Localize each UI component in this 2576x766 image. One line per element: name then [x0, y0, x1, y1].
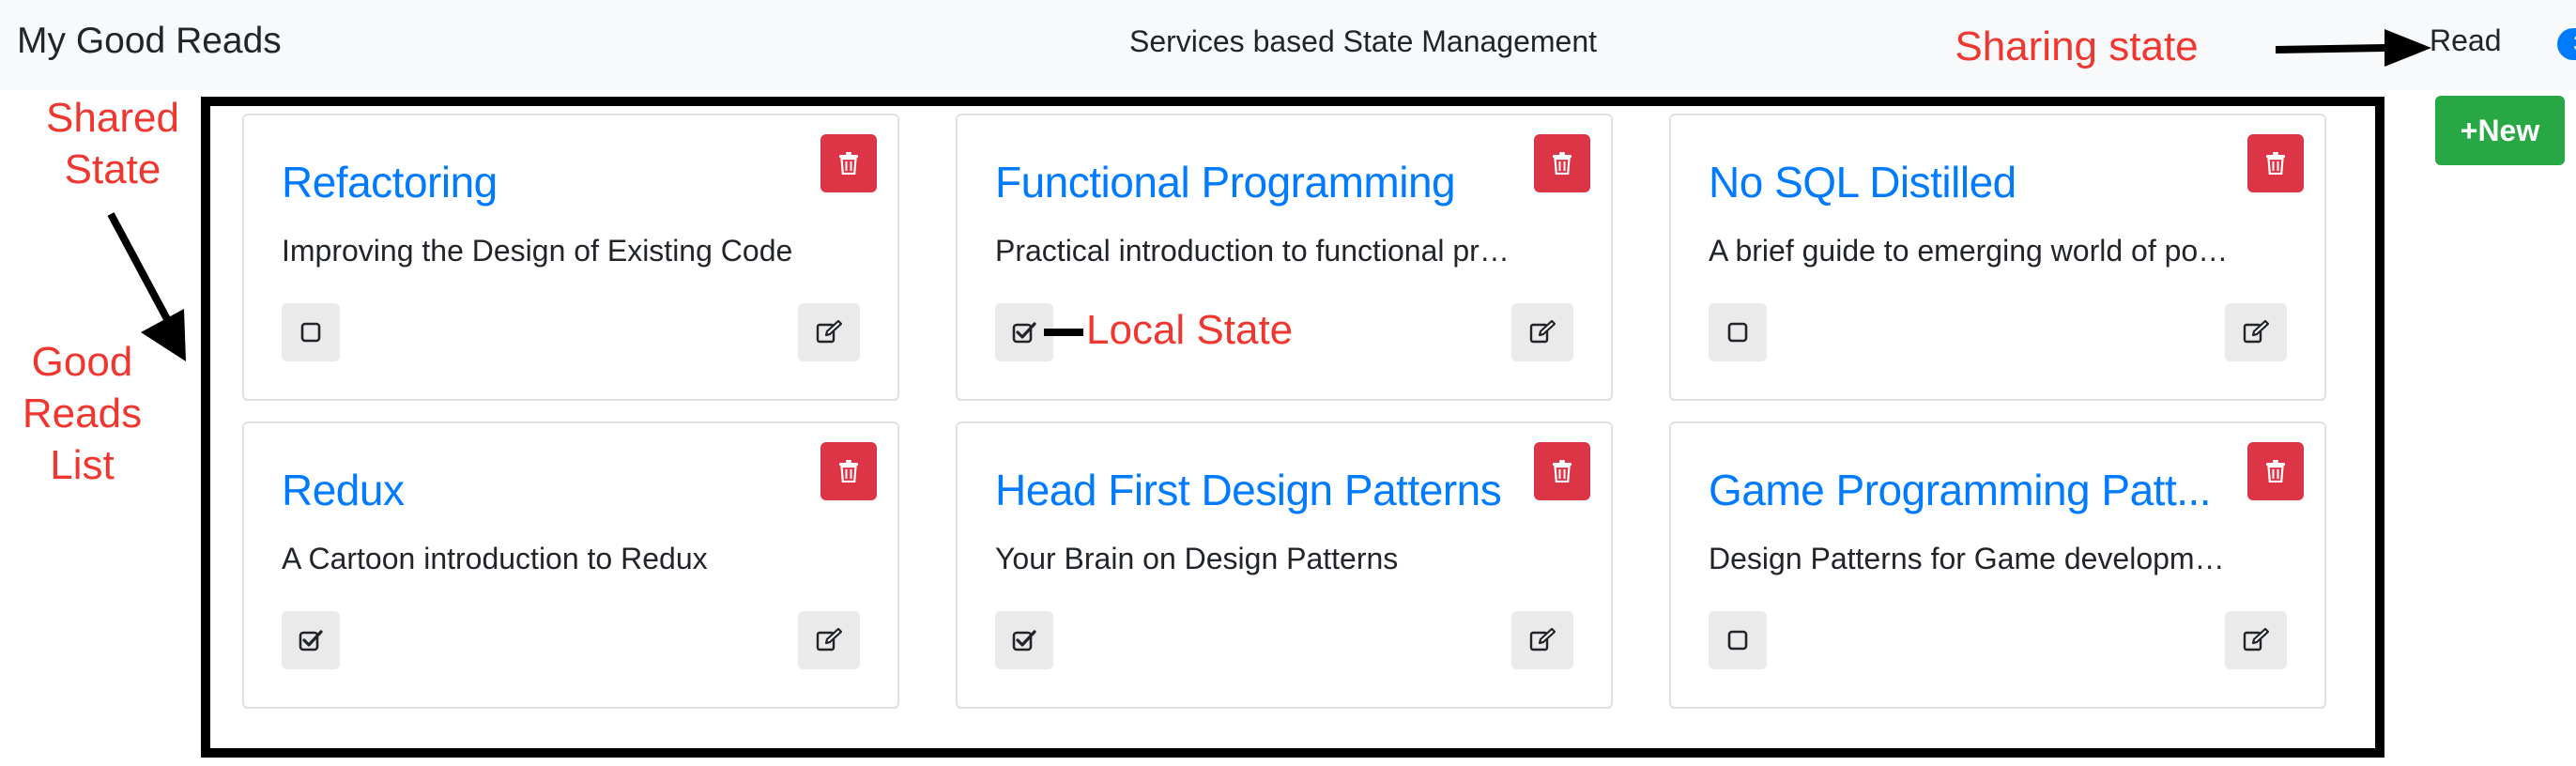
book-title-link[interactable]: Refactoring — [282, 157, 807, 207]
toggle-read-button[interactable] — [995, 611, 1053, 669]
annotation-good-reads-list: Good Reads List — [22, 339, 143, 488]
book-title-link[interactable]: Game Programming Patt... — [1709, 465, 2234, 515]
book-description: Practical introduction to functional pro… — [995, 234, 1521, 268]
check-square-icon — [299, 629, 323, 651]
book-title-link[interactable]: Redux — [282, 465, 807, 515]
edit-icon — [1529, 320, 1556, 345]
toggle-read-button[interactable] — [282, 303, 340, 361]
edit-book-button[interactable] — [2225, 611, 2287, 669]
toggle-read-button[interactable] — [1709, 303, 1767, 361]
new-book-button[interactable]: +New — [2435, 96, 2565, 165]
book-card: No SQL Distilled A brief guide to emergin… — [1669, 114, 2326, 401]
delete-book-button[interactable] — [2247, 134, 2304, 192]
edit-icon — [816, 628, 842, 652]
book-title-link[interactable]: Functional Programming — [995, 157, 1521, 207]
edit-icon — [2243, 320, 2269, 345]
check-square-icon — [1012, 321, 1036, 344]
trash-icon — [2265, 460, 2286, 483]
book-title-link[interactable]: Head First Design Patterns — [995, 465, 1521, 515]
edit-book-button[interactable] — [2225, 303, 2287, 361]
book-description: Your Brain on Design Patterns — [995, 542, 1399, 575]
book-description: A Cartoon introduction to Redux — [282, 542, 708, 575]
book-card: Game Programming Patt... Design Patterns … — [1669, 421, 2326, 709]
edit-icon — [816, 320, 842, 345]
trash-icon — [2265, 152, 2286, 175]
annotation-sharing-state: Sharing state — [1955, 23, 2199, 69]
check-square-icon — [1012, 629, 1036, 651]
read-counter-label: Read — [2430, 23, 2502, 57]
edit-book-button[interactable] — [1511, 303, 1573, 361]
delete-book-button[interactable] — [1534, 442, 1590, 500]
edit-book-button[interactable] — [1511, 611, 1573, 669]
book-card: Refactoring Improving the Design of Exist… — [242, 114, 899, 401]
edit-book-button[interactable] — [798, 611, 860, 669]
delete-book-button[interactable] — [1534, 134, 1590, 192]
delete-book-button[interactable] — [820, 134, 877, 192]
book-card: Functional Programming Practical introduc… — [956, 114, 1613, 401]
square-icon — [300, 322, 321, 343]
delete-book-button[interactable] — [2247, 442, 2304, 500]
trash-icon — [838, 152, 859, 175]
book-title-link[interactable]: No SQL Distilled — [1709, 157, 2234, 207]
annotation-shared-state: Shared State — [46, 95, 179, 192]
square-icon — [1727, 630, 1748, 651]
book-description: Design Patterns for Game development — [1709, 542, 2234, 575]
delete-book-button[interactable] — [820, 442, 877, 500]
book-description: Improving the Design of Existing Code — [282, 234, 793, 268]
toggle-read-button[interactable] — [1709, 611, 1767, 669]
edit-icon — [1529, 628, 1556, 652]
annotation-local-state: Local State — [1086, 307, 1294, 353]
toggle-read-button[interactable] — [995, 303, 1053, 361]
book-card: Head First Design Patterns Your Brain on … — [956, 421, 1613, 709]
book-card: Redux A Cartoon introduction to Redux — [242, 421, 899, 709]
trash-icon — [1552, 460, 1572, 483]
trash-icon — [1552, 152, 1572, 175]
edit-book-button[interactable] — [798, 303, 860, 361]
trash-icon — [838, 460, 859, 483]
edit-icon — [2243, 628, 2269, 652]
book-description: A brief guide to emerging world of poly.… — [1709, 234, 2234, 268]
toggle-read-button[interactable] — [282, 611, 340, 669]
square-icon — [1727, 322, 1748, 343]
